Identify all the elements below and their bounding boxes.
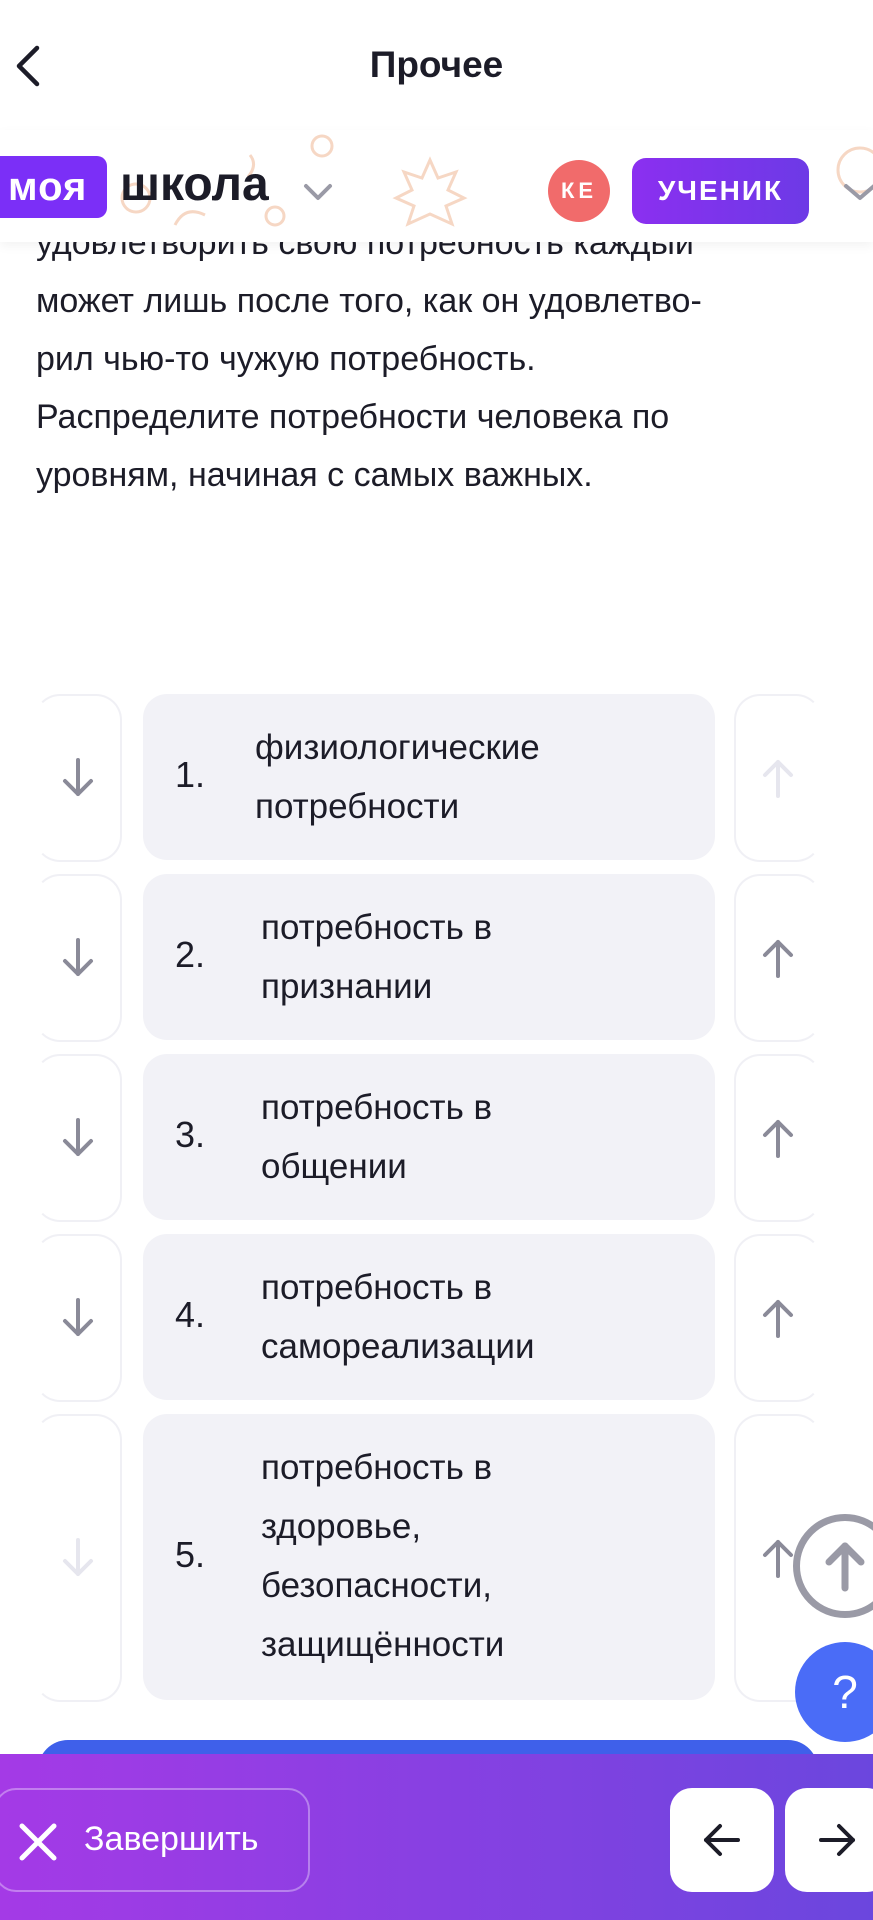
item-label-line: потребности <box>255 787 460 826</box>
item-card[interactable]: 5. потребность в здоровье, безопасности,… <box>143 1414 715 1700</box>
item-number: 1. <box>175 754 206 795</box>
item-number: 4. <box>175 1294 206 1335</box>
item-label: физиологические потребности <box>255 718 540 836</box>
close-icon <box>19 1823 57 1861</box>
item-label-line: защищённости <box>261 1625 505 1664</box>
screen: Прочее удовлетворить свою потребность ка… <box>0 0 873 1920</box>
page-title: Прочее <box>369 44 504 85</box>
question-line: уровням, начиная с самых важных. <box>36 456 593 494</box>
item-label-line: признании <box>261 967 433 1006</box>
arrow-up-icon <box>763 1300 793 1338</box>
arrow-up-icon <box>825 1542 865 1592</box>
arrow-down-icon <box>63 1118 93 1156</box>
arrow-down-icon <box>63 1298 93 1336</box>
item-label: потребность в здоровье, безопасности, за… <box>261 1438 504 1674</box>
item-card[interactable]: 2. потребность в признании <box>143 874 715 1040</box>
arrow-right-icon <box>819 1824 855 1856</box>
item-number: 3. <box>175 1114 206 1155</box>
finish-button[interactable]: Завершить <box>0 1788 310 1892</box>
question-text: удовлетворить свою потребность каждый мо… <box>36 214 836 504</box>
logo-shkola: школа <box>120 158 269 211</box>
arrow-up-icon <box>763 1120 793 1158</box>
arrow-up-icon <box>763 1540 793 1578</box>
avatar[interactable]: КЕ <box>548 160 610 222</box>
move-down-button[interactable] <box>34 1234 122 1402</box>
question-line: рил чью-то чужую потребность. <box>36 340 536 378</box>
arrow-down-icon <box>63 1538 93 1576</box>
item-label: потребность в самореализации <box>261 1258 535 1376</box>
item-label: потребность в признании <box>261 898 492 1016</box>
item-label-line: общении <box>261 1147 407 1186</box>
brand-header: моя школа КЕ УЧЕНИК <box>0 130 873 242</box>
item-card[interactable]: 4. потребность в самореализации <box>143 1234 715 1400</box>
maple-leaf-icon <box>392 156 468 227</box>
next-button[interactable] <box>785 1788 873 1892</box>
arrow-left-icon <box>704 1824 740 1856</box>
move-down-button[interactable] <box>34 1054 122 1222</box>
move-down-button[interactable] <box>34 874 122 1042</box>
item-label: потребность в общении <box>261 1078 492 1196</box>
move-up-button[interactable] <box>734 1234 822 1402</box>
arrow-down-icon <box>63 938 93 976</box>
item-label-line: потребность в <box>261 1448 493 1487</box>
role-badge[interactable]: УЧЕНИК <box>632 158 809 224</box>
top-nav: Прочее <box>0 0 873 130</box>
logo-moya: моя <box>0 156 108 218</box>
chevron-down-icon[interactable] <box>300 174 336 210</box>
arrow-up-icon <box>763 760 793 798</box>
item-label-line: безопасности, <box>261 1566 492 1605</box>
item-number: 5. <box>175 1534 206 1575</box>
item-label-line: физиологические <box>255 728 540 767</box>
move-up-button[interactable] <box>734 874 822 1042</box>
item-number: 2. <box>175 934 206 975</box>
question-line: Распределите потребности человека по <box>36 398 670 436</box>
arrow-up-icon <box>763 940 793 978</box>
move-down-button[interactable] <box>34 694 122 862</box>
chevron-down-icon[interactable] <box>840 174 873 210</box>
move-up-button <box>734 694 822 862</box>
item-label-line: потребность в <box>261 1268 493 1307</box>
item-card[interactable]: 3. потребность в общении <box>143 1054 715 1220</box>
item-label-line: самореализации <box>261 1327 535 1366</box>
item-label-line: здоровье, <box>261 1507 422 1546</box>
arrow-down-icon <box>63 758 93 796</box>
item-card[interactable]: 1. физиологические потребности <box>143 694 715 860</box>
previous-button[interactable] <box>670 1788 774 1892</box>
item-label-line: потребность в <box>261 1088 493 1127</box>
footer-bar: Завершить <box>0 1754 873 1920</box>
move-up-button[interactable] <box>734 1054 822 1222</box>
move-down-button <box>34 1414 122 1702</box>
question-line: может лишь после того, как он удовлетво- <box>36 282 702 320</box>
finish-label: Завершить <box>84 1820 259 1858</box>
item-label-line: потребность в <box>261 908 493 947</box>
